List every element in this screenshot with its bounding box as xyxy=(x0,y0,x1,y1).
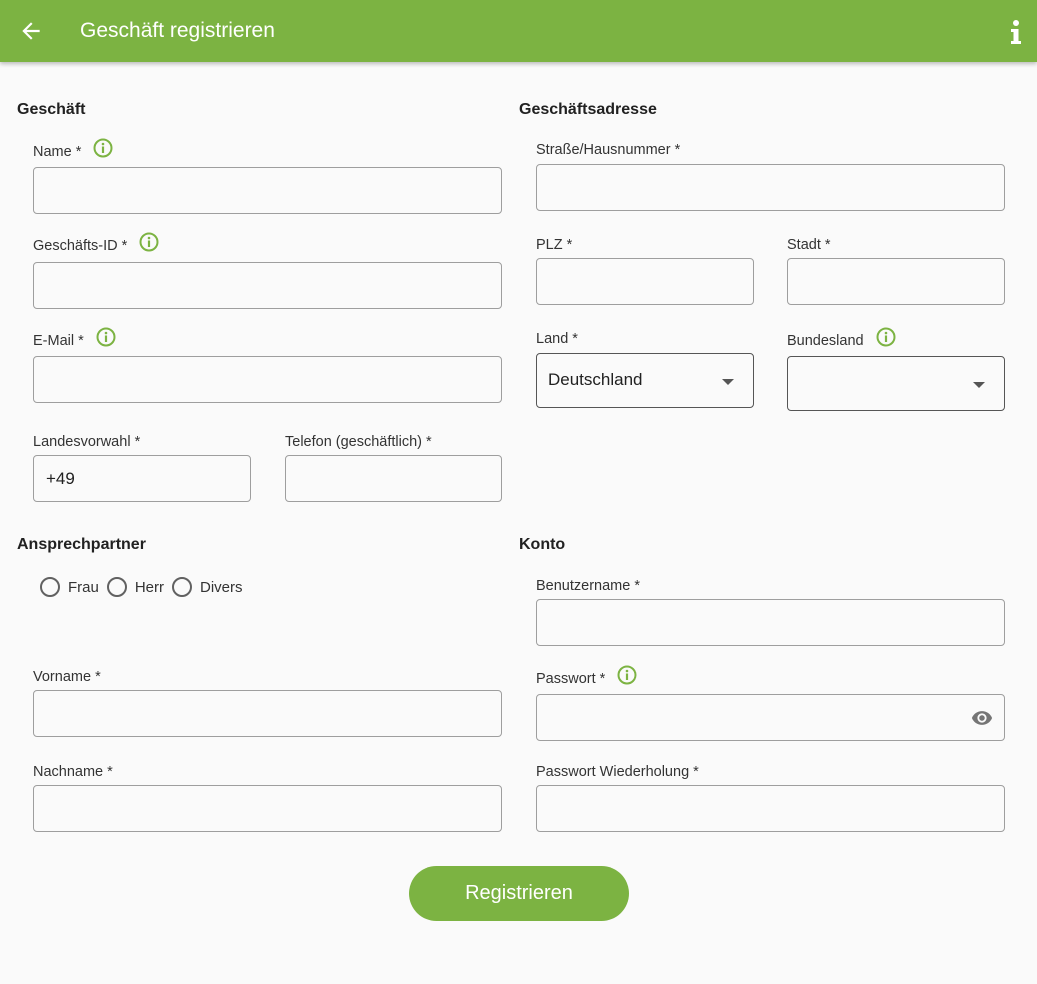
city-input[interactable] xyxy=(788,259,1004,304)
password-repeat-label: Passwort Wiederholung * xyxy=(536,764,699,780)
password-label-text: Passwort * xyxy=(536,671,606,687)
name-field[interactable] xyxy=(33,167,502,214)
lastname-input[interactable] xyxy=(34,786,501,831)
firstname-label: Vorname * xyxy=(33,669,101,685)
radio-herr[interactable]: Herr xyxy=(106,577,165,597)
business-id-input[interactable] xyxy=(34,263,501,308)
email-input[interactable] xyxy=(34,357,501,402)
password-field[interactable] xyxy=(536,694,1005,741)
business-id-field[interactable] xyxy=(33,262,502,309)
business-id-label-text: Geschäfts-ID * xyxy=(33,238,128,254)
firstname-field[interactable] xyxy=(33,690,502,737)
password-repeat-field[interactable] xyxy=(536,785,1005,832)
radio-frau[interactable]: Frau xyxy=(40,577,99,597)
section-business-title: Geschäft xyxy=(17,101,86,118)
info-circle-icon[interactable] xyxy=(617,665,637,685)
radio-circle[interactable] xyxy=(40,577,60,597)
page-title: Geschäft registrieren xyxy=(80,19,275,42)
section-account-title: Konto xyxy=(519,536,566,553)
radio-circle[interactable] xyxy=(106,577,127,597)
username-input[interactable] xyxy=(537,600,1004,645)
radio-label: Divers xyxy=(200,578,243,596)
info-circle-icon[interactable] xyxy=(139,232,159,252)
app-bar: Geschäft registrieren xyxy=(0,0,1037,62)
email-label: E-Mail * xyxy=(33,327,116,349)
country-select-value: Deutschland xyxy=(548,370,643,389)
zip-input[interactable] xyxy=(537,259,753,304)
state-label-text: Bundesland xyxy=(787,333,864,349)
phone-label: Telefon (geschäftlich) * xyxy=(285,434,432,450)
info-icon[interactable] xyxy=(1004,18,1028,46)
city-field[interactable] xyxy=(787,258,1005,305)
street-field[interactable] xyxy=(536,164,1005,211)
city-label: Stadt * xyxy=(787,237,831,253)
section-address-title: Geschäftsadresse xyxy=(519,101,657,118)
lastname-field[interactable] xyxy=(33,785,502,832)
firstname-input[interactable] xyxy=(34,691,501,736)
password-repeat-input[interactable] xyxy=(537,786,1004,831)
zip-field[interactable] xyxy=(536,258,754,305)
lastname-label: Nachname * xyxy=(33,764,113,780)
arrow-left-icon[interactable] xyxy=(18,18,44,44)
name-input[interactable] xyxy=(34,168,501,213)
caret-down-icon xyxy=(973,382,985,388)
street-label: Straße/Hausnummer * xyxy=(536,142,681,158)
salutation-radio-group: Frau Herr Divers xyxy=(40,577,251,597)
info-circle-icon[interactable] xyxy=(96,327,116,347)
zip-label: PLZ * xyxy=(536,237,573,253)
email-label-text: E-Mail * xyxy=(33,333,84,349)
state-select[interactable] xyxy=(787,356,1005,411)
street-input[interactable] xyxy=(537,165,1004,210)
radio-divers[interactable]: Divers xyxy=(172,577,243,597)
phone-input[interactable] xyxy=(286,456,501,501)
section-contact-title: Ansprechpartner xyxy=(17,536,146,553)
business-id-label: Geschäfts-ID * xyxy=(33,232,159,254)
phone-field[interactable] xyxy=(285,455,502,502)
radio-circle[interactable] xyxy=(172,577,193,597)
state-label: Bundesland xyxy=(787,327,896,349)
email-field[interactable] xyxy=(33,356,502,403)
username-label: Benutzername * xyxy=(536,578,640,594)
password-label: Passwort * xyxy=(536,665,637,687)
radio-label: Herr xyxy=(134,578,165,596)
password-input[interactable] xyxy=(537,695,1004,740)
country-code-label: Landesvorwahl * xyxy=(33,434,141,450)
country-select[interactable]: Deutschland xyxy=(536,353,754,408)
info-circle-icon[interactable] xyxy=(876,327,896,347)
country-code-input[interactable] xyxy=(34,456,250,501)
register-button[interactable]: Registrieren xyxy=(409,866,629,921)
name-label: Name * xyxy=(33,138,113,160)
username-field[interactable] xyxy=(536,599,1005,646)
eye-icon[interactable] xyxy=(970,707,994,729)
caret-down-icon xyxy=(722,379,734,385)
radio-label: Frau xyxy=(68,578,99,596)
country-code-field[interactable] xyxy=(33,455,251,502)
name-label-text: Name * xyxy=(33,144,82,160)
info-circle-icon[interactable] xyxy=(93,138,113,158)
country-label: Land * xyxy=(536,331,578,347)
